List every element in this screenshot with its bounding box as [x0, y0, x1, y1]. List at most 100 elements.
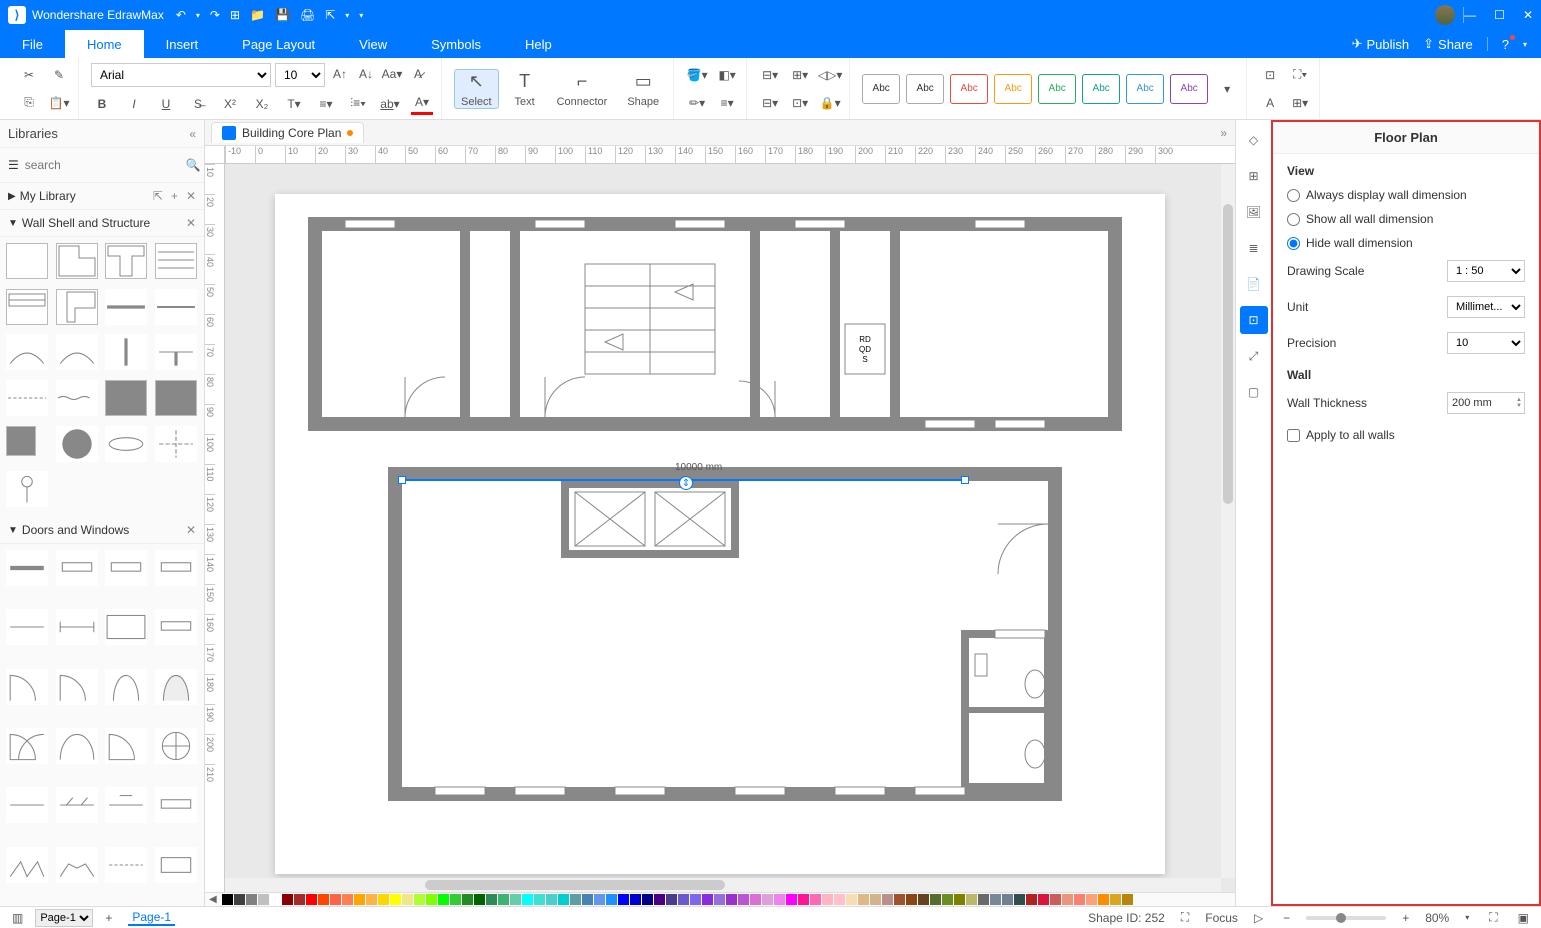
shape-item[interactable]: [56, 380, 98, 416]
color-swatch[interactable]: [258, 894, 269, 905]
zoom-out-icon[interactable]: −: [1279, 911, 1294, 925]
radio-hide[interactable]: Hide wall dimension: [1287, 236, 1525, 250]
shape-item[interactable]: [105, 669, 147, 705]
copy-icon[interactable]: ⎘: [18, 92, 40, 114]
zoom-dropdown-icon[interactable]: ▾: [1461, 913, 1473, 922]
doors-close-icon[interactable]: ✕: [186, 523, 196, 537]
open-icon[interactable]: 📁: [250, 8, 265, 22]
color-swatch[interactable]: [1122, 894, 1133, 905]
shape-item[interactable]: [6, 550, 48, 586]
color-swatch[interactable]: [906, 894, 917, 905]
color-swatch[interactable]: [270, 894, 281, 905]
wall-move-handle[interactable]: ⇕: [679, 476, 693, 490]
scrollbar-vertical[interactable]: [1221, 164, 1235, 878]
shape-item[interactable]: [56, 243, 98, 279]
shape-item[interactable]: [6, 426, 36, 456]
connector-tool[interactable]: ⌐Connector: [551, 70, 614, 108]
color-swatch[interactable]: [1062, 894, 1073, 905]
color-swatch[interactable]: [1098, 894, 1109, 905]
shape-item[interactable]: [155, 426, 197, 462]
color-swatch[interactable]: [510, 894, 521, 905]
export-icon[interactable]: ⇱: [325, 8, 335, 22]
find-icon[interactable]: ⊡: [1259, 64, 1281, 86]
color-swatch[interactable]: [966, 894, 977, 905]
align-icon[interactable]: ⊟▾: [759, 64, 781, 86]
shape-item[interactable]: [105, 243, 147, 279]
tool-present-icon[interactable]: ▢: [1240, 378, 1268, 406]
close-icon[interactable]: ✕: [1523, 8, 1533, 22]
text-tool[interactable]: TText: [507, 70, 543, 108]
radio-show-all[interactable]: Show all wall dimension: [1287, 212, 1525, 226]
font-size-select[interactable]: 10: [275, 63, 325, 87]
shape-item[interactable]: [105, 426, 147, 462]
shape-item[interactable]: [155, 243, 197, 279]
fill-icon[interactable]: 🪣▾: [686, 64, 708, 86]
color-swatch[interactable]: [654, 894, 665, 905]
color-swatch[interactable]: [1086, 894, 1097, 905]
shape-item[interactable]: [6, 669, 48, 705]
stepper-down-icon[interactable]: ▼: [1516, 403, 1522, 409]
shape-item[interactable]: [105, 609, 147, 645]
drawing-page[interactable]: RD QD S: [275, 194, 1165, 874]
color-swatch[interactable]: [402, 894, 413, 905]
style-3[interactable]: Abc: [950, 74, 988, 104]
mylib-close-icon[interactable]: ✕: [186, 189, 196, 203]
color-swatch[interactable]: [750, 894, 761, 905]
color-swatch[interactable]: [762, 894, 773, 905]
menu-view[interactable]: View: [337, 30, 409, 58]
color-swatch[interactable]: [786, 894, 797, 905]
publish-button[interactable]: ✈Publish: [1352, 36, 1410, 52]
tabs-expand-icon[interactable]: »: [1212, 126, 1235, 140]
increase-font-icon[interactable]: A↑: [329, 63, 351, 85]
shape-item[interactable]: [56, 426, 98, 462]
user-avatar[interactable]: [1435, 5, 1455, 25]
color-swatch[interactable]: [714, 894, 725, 905]
bullets-icon[interactable]: ⫶≡▾: [347, 93, 369, 115]
color-swatch[interactable]: [834, 894, 845, 905]
scrollbar-horizontal[interactable]: [225, 878, 1221, 892]
zoom-in-icon[interactable]: +: [1398, 911, 1413, 925]
color-swatch[interactable]: [498, 894, 509, 905]
style-7[interactable]: Abc: [1126, 74, 1164, 104]
unit-select[interactable]: Millimet...: [1447, 296, 1525, 318]
color-swatch[interactable]: [870, 894, 881, 905]
color-prev-icon[interactable]: ◀: [209, 894, 217, 905]
color-swatch[interactable]: [234, 894, 245, 905]
color-swatch[interactable]: [930, 894, 941, 905]
tool-layers-icon[interactable]: ≣: [1240, 234, 1268, 262]
menu-page-layout[interactable]: Page Layout: [220, 30, 337, 58]
shape-item[interactable]: [56, 289, 98, 325]
help-icon[interactable]: ?: [1502, 37, 1509, 52]
new-icon[interactable]: ⊞: [230, 8, 240, 22]
focus-icon[interactable]: ⛶: [1177, 910, 1193, 925]
pages-list-icon[interactable]: ▥: [8, 911, 27, 925]
walls-close-icon[interactable]: ✕: [186, 216, 196, 230]
shape-item[interactable]: [105, 728, 147, 764]
color-swatch[interactable]: [702, 894, 713, 905]
paste-icon[interactable]: 📋▾: [48, 92, 70, 114]
redo-icon[interactable]: ↷: [210, 8, 220, 22]
tool-page-icon[interactable]: 📄: [1240, 270, 1268, 298]
mylib-add-icon[interactable]: +: [171, 189, 178, 203]
add-page-icon[interactable]: +: [101, 911, 116, 925]
flip-icon[interactable]: ◁▷▾: [819, 64, 841, 86]
mylib-header[interactable]: ▶My Library ⇱+✕: [0, 183, 204, 210]
color-swatch[interactable]: [774, 894, 785, 905]
scale-select[interactable]: 1 : 50: [1447, 260, 1525, 282]
color-swatch[interactable]: [366, 894, 377, 905]
color-swatch[interactable]: [222, 894, 233, 905]
shape-item[interactable]: [56, 609, 98, 645]
font-color-icon[interactable]: A▾: [411, 93, 433, 115]
subscript-icon[interactable]: X₂: [251, 93, 273, 115]
color-swatch[interactable]: [630, 894, 641, 905]
shape-item[interactable]: [155, 669, 197, 705]
highlight-icon[interactable]: ab▾: [379, 93, 401, 115]
shape-item[interactable]: [6, 380, 48, 416]
shape-item[interactable]: [155, 550, 197, 586]
strikethrough-icon[interactable]: S̶: [187, 93, 209, 115]
shape-item[interactable]: [155, 380, 197, 416]
color-swatch[interactable]: [462, 894, 473, 905]
change-case-icon[interactable]: Aa▾: [381, 63, 403, 85]
undo-dropdown-icon[interactable]: ▾: [196, 11, 200, 20]
color-swatch[interactable]: [978, 894, 989, 905]
